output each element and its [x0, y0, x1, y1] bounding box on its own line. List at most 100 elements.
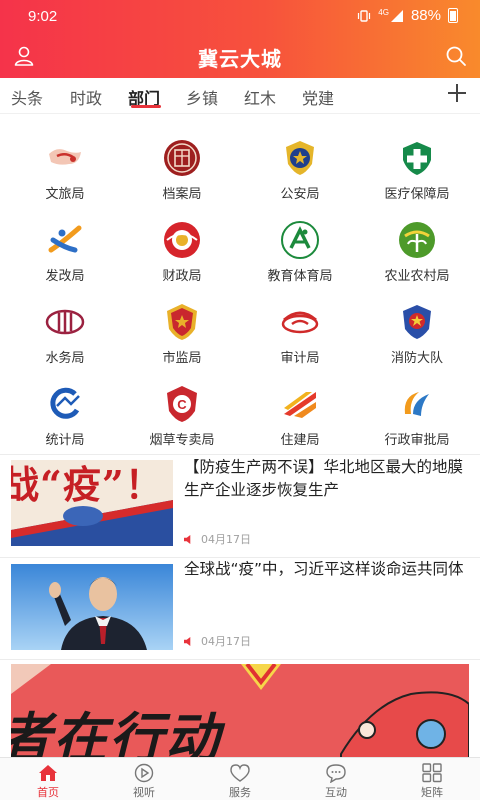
news-title: 【防疫生产两不误】华北地区最大的地膜生产企业逐步恢复生产 [184, 458, 464, 499]
department-label: 审计局 [280, 351, 320, 366]
department-item[interactable]: 发改局 [5, 212, 125, 294]
status-bar: 9:02 4G 88% [0, 0, 480, 32]
finance-logo-icon [164, 222, 200, 258]
agriculture-logo-icon [399, 222, 435, 258]
tab-politics[interactable]: 时政 [70, 85, 102, 109]
add-channel-icon[interactable] [446, 82, 468, 104]
fire-brigade-emblem-icon [403, 305, 431, 339]
chat-icon [326, 764, 346, 783]
speaker-icon[interactable] [184, 637, 193, 646]
department-label: 财政局 [162, 269, 202, 284]
department-label: 教育体育局 [267, 269, 333, 284]
department-item[interactable]: 医疗保障局 [357, 130, 477, 212]
department-label: 水务局 [45, 351, 85, 366]
audit-logo-icon [281, 311, 319, 334]
poster-slogan: 战“疫”！ [11, 462, 164, 507]
nav-label: 视听 [133, 786, 155, 799]
bottom-nav: 首页 视听 服务 互动 矩阵 [0, 757, 480, 800]
department-item[interactable]: 住建局 [240, 376, 360, 458]
news-date: 04月17日 [201, 635, 251, 648]
battery-percent: 88% [410, 7, 441, 24]
department-item[interactable]: 市监局 [122, 294, 242, 376]
network-type: 4G [378, 8, 389, 17]
nav-home[interactable]: 首页 [0, 758, 96, 800]
news-item[interactable]: 全球战“疫”中，习近平这样谈命运共同体 04月17日 [0, 558, 480, 658]
status-time: 9:02 [28, 8, 58, 25]
department-grid: 文旅局 档案局 公安局 医疗保障局 发改局 财政局 教育体育局 农业农村局 水务… [0, 130, 480, 450]
department-label: 统计局 [45, 433, 85, 448]
department-item[interactable]: 消防大队 [357, 294, 477, 376]
news-item[interactable]: 战“疫”！ 【防疫生产两不误】华北地区最大的地膜生产企业逐步恢复生产 04月17… [0, 456, 480, 556]
page-title: 冀云大城 [198, 47, 282, 71]
speaker-icon[interactable] [184, 535, 193, 544]
department-label: 档案局 [162, 187, 202, 202]
app-header: 9:02 4G 88% 冀云大城 [0, 0, 480, 78]
feature-banner[interactable]: 者在行动 [11, 664, 469, 764]
tab-redwood[interactable]: 红木 [244, 85, 276, 109]
play-icon [134, 763, 154, 783]
department-item[interactable]: 教育体育局 [240, 212, 360, 294]
active-tab-indicator [131, 105, 161, 108]
department-label: 发改局 [45, 269, 85, 284]
signal-icon [390, 9, 403, 22]
news-date: 04月17日 [201, 533, 251, 546]
culture-tourism-logo-icon [49, 149, 81, 165]
banner-slogan: 者在行动 [11, 706, 221, 764]
title-bar: 冀云大城 [0, 36, 480, 76]
channel-tabs: 头条 时政 部门 乡镇 红木 党建 [0, 78, 480, 114]
department-item[interactable]: 行政审批局 [357, 376, 477, 458]
nav-services[interactable]: 服务 [192, 758, 288, 800]
leader-photo-image [11, 564, 173, 650]
department-item[interactable]: 水务局 [5, 294, 125, 376]
development-reform-logo-icon [48, 225, 82, 253]
section-divider [0, 454, 480, 455]
news-title: 全球战“疫”中，习近平这样谈命运共同体 [184, 560, 464, 578]
department-item[interactable]: 公安局 [240, 130, 360, 212]
department-item[interactable]: 统计局 [5, 376, 125, 458]
department-label: 农业农村局 [384, 269, 450, 284]
news-meta: 04月17日 [184, 531, 251, 547]
department-item[interactable]: 财政局 [122, 212, 242, 294]
tab-towns[interactable]: 乡镇 [186, 85, 218, 109]
archives-seal-logo-icon [164, 140, 200, 176]
tab-party-building[interactable]: 党建 [302, 85, 334, 109]
education-sports-logo-icon [281, 221, 319, 259]
nav-label: 服务 [229, 786, 251, 799]
news-meta: 04月17日 [184, 633, 251, 649]
medical-security-logo-icon [403, 142, 431, 175]
housing-construction-logo-icon [284, 392, 316, 418]
search-icon[interactable] [444, 44, 468, 68]
department-label: 公安局 [280, 187, 320, 202]
department-item[interactable]: C 烟草专卖局 [122, 376, 242, 458]
department-label: 行政审批局 [384, 433, 450, 448]
section-divider [0, 659, 480, 660]
market-supervision-emblem-icon [167, 304, 197, 340]
department-item[interactable]: 审计局 [240, 294, 360, 376]
department-label: 文旅局 [45, 187, 85, 202]
battery-icon [448, 8, 458, 23]
news-thumbnail [11, 564, 173, 650]
department-label: 住建局 [280, 433, 320, 448]
nav-label: 矩阵 [421, 786, 443, 799]
nav-interaction[interactable]: 互动 [288, 758, 384, 800]
department-item[interactable]: 文旅局 [5, 130, 125, 212]
statistics-logo-icon [50, 387, 80, 419]
svg-text:C: C [177, 397, 187, 412]
nav-label: 首页 [37, 786, 59, 799]
police-emblem-icon [286, 141, 314, 175]
department-item[interactable]: 档案局 [122, 130, 242, 212]
water-affairs-logo-icon [45, 309, 85, 335]
department-item[interactable]: 农业农村局 [357, 212, 477, 294]
nav-matrix[interactable]: 矩阵 [384, 758, 480, 800]
news-thumbnail: 战“疫”！ [11, 460, 173, 546]
grid-icon [422, 763, 442, 783]
administrative-approval-logo-icon [404, 392, 429, 416]
tobacco-monopoly-logo-icon: C [167, 386, 197, 422]
home-icon [39, 765, 57, 781]
nav-label: 互动 [325, 786, 347, 799]
tab-headlines[interactable]: 头条 [11, 85, 43, 109]
department-label: 市监局 [162, 351, 202, 366]
department-label: 消防大队 [390, 351, 443, 366]
nav-media[interactable]: 视听 [96, 758, 192, 800]
vibrate-icon [358, 9, 371, 22]
